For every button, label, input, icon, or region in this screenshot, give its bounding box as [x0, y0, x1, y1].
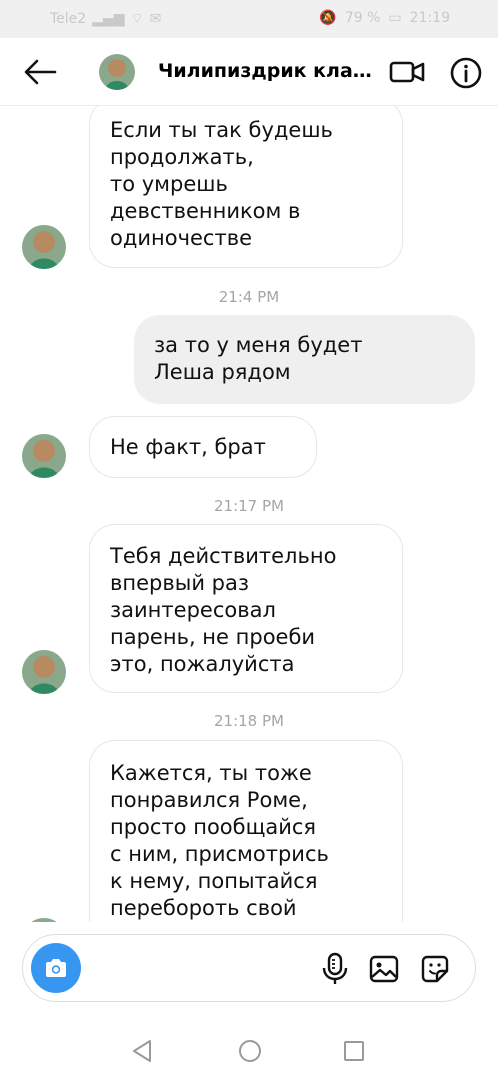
mail-icon: ✉: [149, 11, 162, 27]
message-timestamp: 21:18 PM: [214, 712, 284, 730]
carrier-label: Tele2: [50, 11, 87, 27]
message-text: Не факт, брат: [110, 435, 266, 459]
wifi-icon: ⌔: [130, 11, 144, 27]
battery-icon: ▭: [388, 10, 402, 26]
arrow-left-icon: [24, 59, 57, 85]
message-text: за то у меня будет Леша рядом: [154, 333, 363, 384]
system-nav-bar: [0, 1020, 498, 1080]
message-text: Если ты так будешь продолжать, то умрешь…: [110, 118, 333, 250]
outgoing-message[interactable]: за то у меня будет Леша рядом: [134, 315, 475, 404]
avatar-image: [22, 434, 66, 478]
incoming-message[interactable]: Кажется, ты тоже понравился Роме, просто…: [89, 740, 403, 922]
camera-button[interactable]: [31, 943, 81, 993]
message-composer: [22, 934, 476, 1002]
avatar-image: [22, 225, 66, 269]
nav-home-button[interactable]: [237, 1038, 263, 1064]
incoming-message[interactable]: Тебя действительно впервый раз заинтерес…: [89, 524, 403, 693]
avatar[interactable]: [22, 650, 66, 694]
message-thread[interactable]: Если ты так будешь продолжать, то умрешь…: [0, 106, 498, 922]
gallery-button[interactable]: [368, 953, 400, 985]
message-input[interactable]: [93, 953, 313, 983]
video-call-button[interactable]: [388, 56, 426, 88]
avatar[interactable]: [22, 918, 66, 922]
image-icon: [369, 955, 399, 983]
incoming-message[interactable]: Не факт, брат: [89, 416, 317, 478]
mute-icon: 🔕: [319, 10, 337, 26]
avatar-image: [22, 650, 66, 694]
square-recents-icon: [344, 1041, 364, 1061]
status-left: Tele2 ▂▄▆ ⌔ ✉: [50, 10, 161, 28]
message-text: Тебя действительно впервый раз заинтерес…: [110, 544, 337, 676]
avatar[interactable]: [22, 225, 66, 269]
back-button[interactable]: [22, 56, 58, 88]
message-text: Кажется, ты тоже понравился Роме, просто…: [110, 761, 329, 920]
camera-icon: [46, 959, 66, 977]
avatar[interactable]: [22, 434, 66, 478]
chat-title[interactable]: Чилипиздрик класс...: [158, 60, 378, 82]
message-timestamp: 21:17 PM: [214, 497, 284, 515]
status-right: 🔕 79 % ▭ 21:19: [319, 10, 450, 26]
microphone-icon: [322, 952, 348, 984]
avatar[interactable]: [99, 54, 135, 90]
battery-percent: 79 %: [344, 10, 381, 26]
clock: 21:19: [409, 10, 450, 26]
message-timestamp: 21:4 PM: [218, 288, 280, 306]
circle-home-icon: [239, 1040, 261, 1062]
avatar-image: [99, 54, 135, 90]
video-camera-icon: [389, 61, 425, 83]
nav-back-button[interactable]: [130, 1038, 156, 1064]
incoming-message[interactable]: Если ты так будешь продолжать, то умрешь…: [89, 106, 403, 268]
sticker-button[interactable]: [419, 953, 451, 985]
signal-icon: ▂▄▆: [92, 11, 125, 27]
nav-recents-button[interactable]: [342, 1039, 366, 1063]
status-bar: Tele2 ▂▄▆ ⌔ ✉ 🔕 79 % ▭ 21:19: [0, 0, 498, 38]
chat-header: Чилипиздрик класс...: [0, 38, 498, 106]
info-icon: [450, 57, 482, 89]
voice-message-button[interactable]: [319, 952, 351, 986]
avatar-image: [22, 918, 66, 922]
info-button[interactable]: [449, 56, 483, 90]
triangle-back-icon: [133, 1040, 151, 1062]
sticker-icon: [421, 955, 449, 983]
